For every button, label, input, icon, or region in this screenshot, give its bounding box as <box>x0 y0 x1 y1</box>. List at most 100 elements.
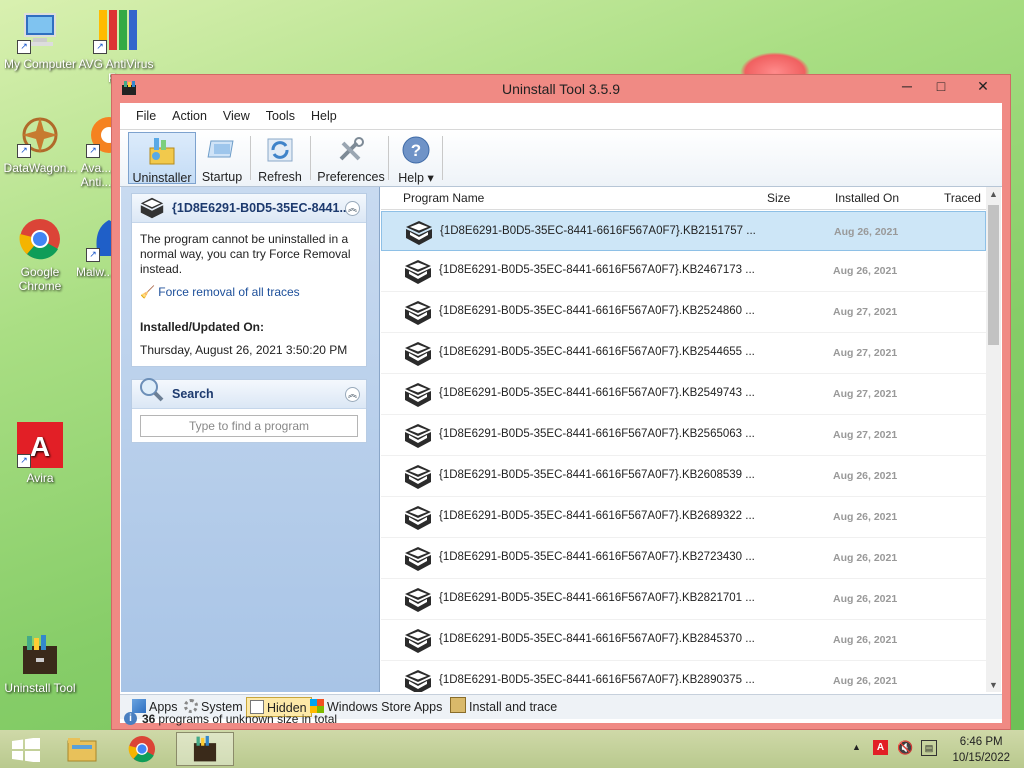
desktop-icon-chrome[interactable]: Google Chrome <box>0 216 80 293</box>
help-icon: ? <box>402 136 430 164</box>
menu-view[interactable]: View <box>215 103 258 129</box>
taskbar-uninstall-tool[interactable] <box>176 732 234 766</box>
program-row[interactable]: {1D8E6291-B0D5-35EC-8441-6616F567A0F7}.K… <box>381 661 986 692</box>
system-clock[interactable]: 6:46 PM 10/15/2022 <box>952 734 1010 766</box>
title-bar[interactable]: Uninstall Tool 3.5.9 ─ □ ✕ <box>112 75 1010 103</box>
startup-button[interactable]: Startup <box>198 132 246 184</box>
program-installed-date: Aug 26, 2021 <box>833 265 898 277</box>
side-panel: {1D8E6291-B0D5-35EC-8441... ︽ The progra… <box>121 187 380 692</box>
uninstall-tool-icon <box>193 735 217 762</box>
package-icon <box>140 197 164 219</box>
start-button[interactable] <box>0 732 52 766</box>
close-button[interactable]: ✕ <box>966 75 1000 97</box>
force-removal-link[interactable]: 🧹 Force removal of all traces <box>140 285 300 299</box>
program-installed-date: Aug 27, 2021 <box>833 388 898 400</box>
column-traced[interactable]: Traced <box>944 191 981 205</box>
details-card: {1D8E6291-B0D5-35EC-8441... ︽ The progra… <box>131 193 367 367</box>
preferences-icon <box>339 137 364 161</box>
program-installed-date: Aug 26, 2021 <box>833 593 898 605</box>
status-text: programs of unknown size in total <box>155 712 338 726</box>
column-installed-on[interactable]: Installed On <box>835 191 899 205</box>
package-icon <box>405 547 431 571</box>
toolbar: Uninstaller Startup Refresh Preferences … <box>120 130 1002 187</box>
program-installed-date: Aug 26, 2021 <box>833 470 898 482</box>
program-row[interactable]: {1D8E6291-B0D5-35EC-8441-6616F567A0F7}.K… <box>381 292 986 333</box>
desktop-icon-avira[interactable]: A ↗ Avira <box>0 422 80 485</box>
program-name: {1D8E6291-B0D5-35EC-8441-6616F567A0F7}.K… <box>440 225 756 237</box>
search-card-header[interactable]: Search ︽ <box>132 378 366 409</box>
info-icon: i <box>124 712 137 725</box>
tray-expand-icon[interactable]: ▲ <box>852 742 861 752</box>
shortcut-arrow-icon: ↗ <box>86 144 100 158</box>
desktop-icon-uninstall-tool[interactable]: Uninstall Tool <box>0 632 80 695</box>
scroll-down-icon[interactable]: ▼ <box>986 678 1001 692</box>
scroll-up-icon[interactable]: ▲ <box>986 187 1001 201</box>
program-name: {1D8E6291-B0D5-35EC-8441-6616F567A0F7}.K… <box>439 633 755 645</box>
menu-tools[interactable]: Tools <box>258 103 303 129</box>
network-icon[interactable]: ▤ <box>921 740 937 756</box>
program-row[interactable]: {1D8E6291-B0D5-35EC-8441-6616F567A0F7}.K… <box>381 620 986 661</box>
column-size[interactable]: Size <box>767 191 790 205</box>
datawagon-icon: ↗ <box>17 112 63 158</box>
program-row[interactable]: {1D8E6291-B0D5-35EC-8441-6616F567A0F7}.K… <box>381 374 986 415</box>
minimize-button[interactable]: ─ <box>890 75 924 97</box>
package-icon <box>406 221 432 245</box>
program-row[interactable]: {1D8E6291-B0D5-35EC-8441-6616F567A0F7}.K… <box>381 415 986 456</box>
program-row[interactable]: {1D8E6291-B0D5-35EC-8441-6616F567A0F7}.K… <box>381 497 986 538</box>
program-installed-date: Aug 27, 2021 <box>833 429 898 441</box>
search-input[interactable]: Type to find a program <box>140 415 358 437</box>
toolbar-separator <box>388 136 389 180</box>
program-row[interactable]: {1D8E6291-B0D5-35EC-8441-6616F567A0F7}.K… <box>381 538 986 579</box>
startup-icon <box>207 140 234 158</box>
shortcut-arrow-icon: ↗ <box>17 454 31 468</box>
details-message: The program cannot be uninstalled in a n… <box>140 232 351 276</box>
malwarebytes-icon: ↗ <box>86 216 112 262</box>
desktop-icon-avast[interactable]: ↗ Ava... Anti... <box>76 112 116 189</box>
desktop-icon-my-computer[interactable]: ↗ My Computer <box>0 8 80 71</box>
preferences-button[interactable]: Preferences <box>314 132 388 184</box>
column-program-name[interactable]: Program Name <box>403 191 484 205</box>
menu-file[interactable]: File <box>128 103 164 129</box>
collapse-icon[interactable]: ︽ <box>345 201 360 216</box>
program-name: {1D8E6291-B0D5-35EC-8441-6616F567A0F7}.K… <box>439 674 755 686</box>
volume-muted-icon[interactable]: 🔇 <box>897 740 913 756</box>
program-row[interactable]: {1D8E6291-B0D5-35EC-8441-6616F567A0F7}.K… <box>381 251 986 292</box>
taskbar-chrome[interactable] <box>116 732 168 766</box>
desktop-icon-label: My Computer <box>3 57 77 71</box>
program-row[interactable]: {1D8E6291-B0D5-35EC-8441-6616F567A0F7}.K… <box>381 333 986 374</box>
details-card-header[interactable]: {1D8E6291-B0D5-35EC-8441... ︽ <box>132 194 366 223</box>
vertical-scrollbar[interactable]: ▲ ▼ <box>986 187 1001 692</box>
program-row[interactable]: {1D8E6291-B0D5-35EC-8441-6616F567A0F7}.K… <box>381 211 986 251</box>
chrome-icon <box>128 735 156 763</box>
taskbar-file-explorer[interactable] <box>56 732 108 766</box>
collapse-icon[interactable]: ︽ <box>345 387 360 402</box>
package-icon <box>405 301 431 325</box>
program-row[interactable]: {1D8E6291-B0D5-35EC-8441-6616F567A0F7}.K… <box>381 579 986 620</box>
desktop-icon-datawagon[interactable]: ↗ DataWagon... <box>0 112 80 175</box>
taskbar: ▲ A 🔇 ▤ 6:46 PM 10/15/2022 <box>0 730 1024 768</box>
desktop-icon-malwarebytes[interactable]: ↗ Malw... <box>76 216 112 279</box>
avira-icon: A ↗ <box>17 422 63 468</box>
maximize-button[interactable]: □ <box>924 75 958 97</box>
installed-label: Installed/Updated On: <box>140 320 265 334</box>
package-icon <box>405 506 431 530</box>
shortcut-arrow-icon: ↗ <box>86 248 100 262</box>
menu-action[interactable]: Action <box>164 103 215 129</box>
program-rows: {1D8E6291-B0D5-35EC-8441-6616F567A0F7}.K… <box>381 211 986 692</box>
menu-help[interactable]: Help <box>303 103 345 129</box>
uninstall-tool-icon <box>17 632 63 678</box>
search-title: Search <box>172 387 214 401</box>
desktop-icon-label: Google Chrome <box>18 265 62 293</box>
refresh-button[interactable]: Refresh <box>254 132 306 184</box>
clock-time: 6:46 PM <box>959 736 1003 748</box>
uninstaller-button[interactable]: Uninstaller <box>128 132 196 185</box>
scroll-thumb[interactable] <box>988 205 999 345</box>
svg-text:?: ? <box>411 141 421 160</box>
program-row[interactable]: {1D8E6291-B0D5-35EC-8441-6616F567A0F7}.K… <box>381 456 986 497</box>
help-button[interactable]: ? Help ▾ <box>392 132 440 185</box>
shortcut-arrow-icon: ↗ <box>17 40 31 54</box>
avira-tray-icon[interactable]: A <box>873 740 888 755</box>
refresh-icon <box>267 138 293 162</box>
uninstaller-label: Uninstaller <box>132 171 192 185</box>
uninstall-tool-window: Uninstall Tool 3.5.9 ─ □ ✕ File Action Vie… <box>111 74 1011 730</box>
